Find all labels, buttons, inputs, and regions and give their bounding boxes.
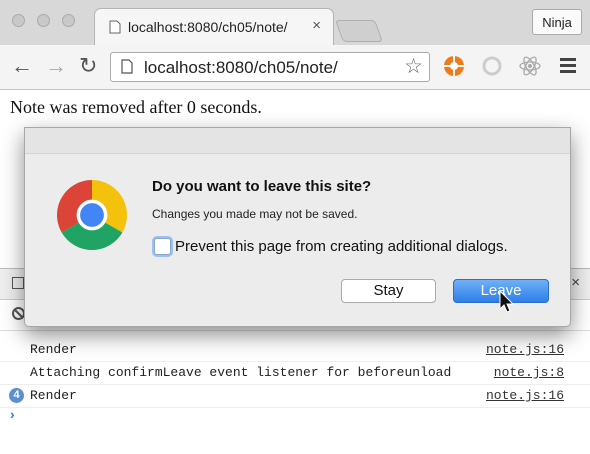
zoom-window-button[interactable] [62,14,75,27]
console-row: 4 Render note.js:16 [0,384,590,408]
console-message: Attaching confirmLeave event listener fo… [30,365,452,380]
page-message: Note was removed after 0 seconds. [10,97,262,117]
active-tab[interactable]: localhost:8080/ch05/note/ × [94,8,334,45]
react-extension-icon[interactable] [518,54,542,78]
stay-button[interactable]: Stay [341,279,436,303]
repeat-count-badge: 4 [9,388,24,403]
console-row: Render note.js:16 [0,338,590,362]
lifebuoy-extension-icon[interactable] [443,55,465,77]
chrome-logo-icon [57,180,127,250]
minimize-window-button[interactable] [37,14,50,27]
tab-strip: localhost:8080/ch05/note/ × Ninja [0,0,590,46]
page-icon [109,20,121,34]
back-icon[interactable]: ← [11,53,33,79]
tab-close-icon[interactable]: × [312,17,321,34]
tab-title: localhost:8080/ch05/note/ [128,19,288,35]
dialog-message: Changes you made may not be saved. [152,207,358,221]
console-prompt[interactable]: › [10,406,15,422]
url-text: localhost:8080/ch05/note/ [144,58,338,77]
new-tab-button[interactable] [334,20,384,42]
profile-button[interactable]: Ninja [532,9,582,35]
address-bar[interactable]: localhost:8080/ch05/note/ ☆ [110,52,430,82]
prevent-dialogs-checkbox[interactable] [154,238,171,255]
devtools-close-icon[interactable]: × [571,274,580,291]
close-window-button[interactable] [12,14,25,27]
console-row: Attaching confirmLeave event listener fo… [0,361,590,385]
forward-icon[interactable]: → [45,53,67,79]
console-source-link[interactable]: note.js:8 [494,365,564,380]
menu-icon[interactable] [560,58,576,76]
dialog-title: Do you want to leave this site? [152,178,372,195]
bookmark-star-icon[interactable]: ☆ [404,54,423,79]
leave-site-dialog: Do you want to leave this site? Changes … [24,127,571,327]
refresh-extension-icon[interactable] [481,55,503,77]
console-source-link[interactable]: note.js:16 [486,388,564,403]
page-icon [121,59,133,74]
console-message: Render [30,388,77,403]
inspect-element-icon[interactable] [12,277,24,289]
console-message: Render [30,342,77,357]
prevent-dialogs-label[interactable]: Prevent this page from creating addition… [175,238,508,255]
console-source-link[interactable]: note.js:16 [486,342,564,357]
browser-toolbar: ← → ↻ localhost:8080/ch05/note/ ☆ [0,45,590,90]
reload-icon[interactable]: ↻ [79,53,97,79]
dialog-header-band [25,128,570,154]
mouse-cursor-icon [499,290,515,313]
